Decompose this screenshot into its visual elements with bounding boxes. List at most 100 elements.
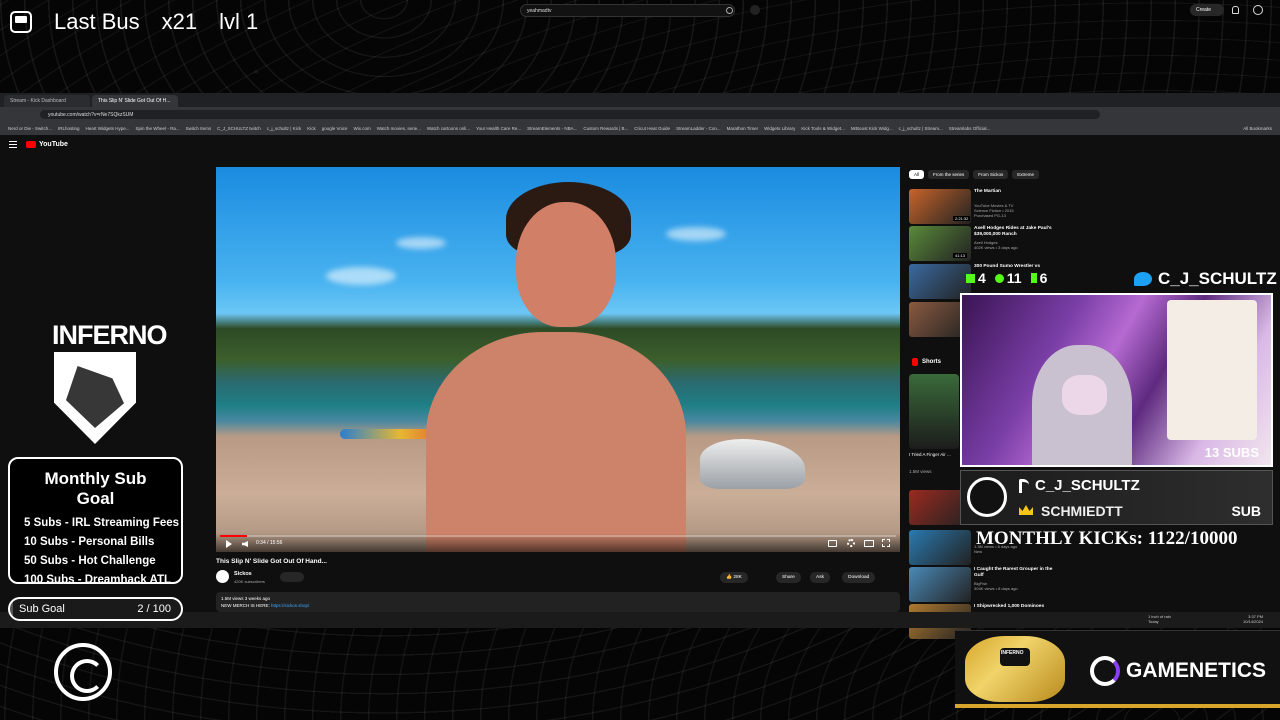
short-views: 1.5M views [909, 469, 932, 474]
latest-sub-name: SCHMIEDTT [1041, 503, 1123, 519]
bookmark-item[interactable]: StreamLadder - Con... [676, 126, 721, 131]
bookmark-item[interactable]: Watch movies, serie... [377, 126, 421, 131]
bus-icon [10, 11, 32, 33]
chip-from-sickos[interactable]: From Sickos [973, 170, 1009, 179]
kicks-stat: 4 [966, 270, 986, 286]
bookmark-item[interactable]: Kick [307, 126, 316, 131]
fullscreen-icon[interactable] [882, 539, 890, 547]
video-title: This Slip N' Slide Got Out Of Hand... [216, 558, 327, 565]
mic-icon[interactable] [750, 5, 760, 15]
recommended-title[interactable]: I Caught the Rarest Grouper in the Gulf [974, 567, 1054, 579]
channel-subscribers: 420K subscribers [234, 579, 265, 584]
bookmark-item[interactable]: C_J_SCHULTZ twitch [217, 126, 261, 131]
video-thumbnail[interactable] [909, 530, 971, 565]
bookmark-item[interactable]: Wix.com [354, 126, 371, 131]
create-button[interactable]: Create [1190, 4, 1224, 16]
ask-button[interactable]: Ask [810, 572, 830, 583]
subscribed-bell-button[interactable] [280, 572, 304, 582]
bookmark-item[interactable]: IRLhosting [58, 126, 80, 131]
chip-extreme[interactable]: Extreme [1012, 170, 1040, 179]
bookmark-item[interactable]: StreamElements - NBA... [527, 126, 577, 131]
bell-icon[interactable] [1232, 6, 1239, 14]
tab-strip: Stream - Kick Dashboard This Slip N' Sli… [0, 93, 1280, 107]
recommended-video[interactable]: I Caught the Rarest Grouper in the Gulf B… [909, 567, 1059, 603]
bookmark-item[interactable]: Heart Widgets Hype... [86, 126, 130, 131]
recommended-meta: YouTube Movies & TV Science Fiction • 20… [974, 203, 1014, 218]
merch-link[interactable]: https://sickos.shop/ [271, 603, 309, 608]
video-progress-bar[interactable] [220, 535, 896, 537]
person-head [516, 202, 616, 327]
cloud [396, 237, 446, 249]
whiteboard [1167, 300, 1257, 440]
webcam-feed: 13 SUBS [960, 293, 1273, 467]
play-icon[interactable] [226, 540, 232, 548]
youtube-logo[interactable]: YouTube [26, 141, 68, 148]
sub-goal-label: Sub Goal [19, 603, 65, 615]
bookmark-item[interactable]: Cricut Heat Guide [634, 126, 670, 131]
bookmark-item[interactable]: Marathon Timer [727, 126, 759, 131]
goal-item: 100 Subs - Dreamhack ATL [24, 574, 171, 586]
video-thumbnail[interactable] [909, 567, 971, 602]
jet-ski [700, 439, 805, 489]
weather-widget[interactable]: 1 inch of rain Today [1148, 614, 1171, 624]
tab-kick-dashboard[interactable]: Stream - Kick Dashboard [4, 95, 90, 107]
tiktok-handle: C_J_SCHULTZ [1019, 477, 1140, 494]
sub-tag: SUB [1231, 503, 1261, 519]
weather-text: 1 inch of rain Today [1148, 614, 1171, 624]
video-progress-fill [220, 535, 248, 537]
recommended-title[interactable]: The Martian [974, 189, 1054, 195]
top-title: Last Bus [54, 9, 140, 34]
tab-youtube-video[interactable]: This Slip N' Slide Got Out Of H... [92, 95, 178, 107]
captions-icon[interactable] [828, 540, 837, 547]
short-thumbnail[interactable] [909, 374, 959, 449]
shorts-icon [912, 358, 918, 366]
chip-from-the-series[interactable]: From the series [928, 170, 970, 179]
account-avatar-icon[interactable] [1253, 5, 1263, 15]
video-timecode: 0:34 / 15:56 [256, 540, 283, 546]
monthly-sub-goal-panel: Monthly Sub Goal 5 Subs - IRL Streaming … [8, 457, 183, 586]
url-input[interactable]: youtube.com/watch?v=rNe7SQkzSUM [40, 109, 1100, 119]
channel-avatar[interactable] [216, 570, 229, 583]
download-button[interactable]: Download [842, 572, 876, 583]
youtube-search-input[interactable]: yeahmadtv [520, 4, 735, 17]
bookmark-item[interactable]: Custom Rewards | B... [583, 126, 628, 131]
person-icon [994, 273, 1004, 283]
gear-icon[interactable] [847, 539, 855, 547]
bookmark-item[interactable]: Nerd or Die - Switch... [8, 126, 52, 131]
menu-icon[interactable] [9, 141, 17, 148]
bookmark-item[interactable]: Streamlabs Official... [949, 126, 990, 131]
youtube-play-icon [26, 141, 36, 148]
all-bookmarks-button[interactable]: All Bookmarks [1243, 126, 1280, 131]
like-button[interactable]: 👍 28K [720, 572, 748, 583]
recommended-title[interactable]: I Shipwrecked 1,000 Dominoes [974, 604, 1054, 610]
bookmark-item[interactable]: Switch Items [186, 126, 212, 131]
recommended-video[interactable]: 41:13 Axell Hodges Rides at Jake Paul's $… [909, 226, 1059, 262]
short-caption[interactable]: I Tried A Finger Air ... [909, 452, 957, 458]
followers-stat: 11 [994, 270, 1022, 286]
youtube-header: YouTube [0, 135, 1280, 157]
search-icon[interactable] [726, 7, 733, 14]
bookmark-item[interactable]: c_j_schultz | Kick [267, 126, 301, 131]
crown-icon [1019, 505, 1033, 515]
video-description[interactable]: 1.5M views 3 weeks ago NEW MERCH IS HERE… [216, 592, 900, 612]
goal-item: 10 Subs - Personal Bills [24, 536, 155, 548]
bookmark-item[interactable]: MrBoost Kick Widg... [851, 126, 893, 131]
bookmark-item[interactable]: Watch cartoons onli... [427, 126, 470, 131]
theater-mode-icon[interactable] [864, 540, 874, 547]
recommended-title[interactable]: Axell Hodges Rides at Jake Paul's $39,00… [974, 226, 1054, 238]
bookmark-item[interactable]: Spin the Wheel - Ra... [136, 126, 180, 131]
kick-icon [966, 273, 975, 283]
clock[interactable]: 3:37 PM 10/14/2024 [1243, 614, 1263, 624]
cloud [666, 227, 726, 241]
bookmark-item[interactable]: c_j_schultz | Stream... [899, 126, 943, 131]
bookmark-item[interactable]: Your Health Care Re... [476, 126, 521, 131]
bookmark-item[interactable]: Widgets Library [764, 126, 795, 131]
recommended-video[interactable]: 2:21:32 The Martian YouTube Movies & TV Sc… [909, 189, 1059, 225]
cam-subs-count: 13 SUBS [1204, 445, 1259, 460]
bookmark-item[interactable]: google Voice [322, 126, 348, 131]
video-player[interactable] [216, 167, 900, 552]
share-button[interactable]: Share [776, 572, 801, 583]
chip-all[interactable]: All [909, 170, 925, 179]
bookmark-item[interactable]: Kick Tools & Widget... [801, 126, 844, 131]
channel-name[interactable]: Sickos [234, 571, 252, 577]
